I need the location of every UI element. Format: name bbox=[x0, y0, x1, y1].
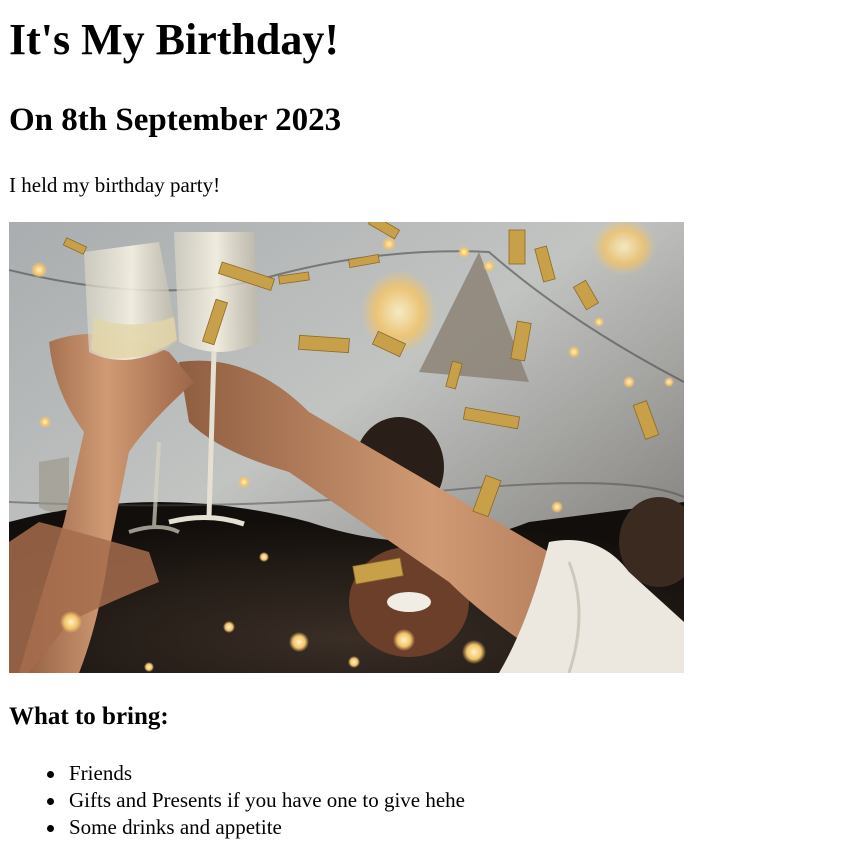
what-to-bring-list: Friends Gifts and Presents if you have o… bbox=[0, 760, 465, 841]
list-item: Gifts and Presents if you have one to gi… bbox=[47, 788, 465, 812]
party-photo-illustration bbox=[9, 222, 684, 673]
party-photo bbox=[9, 222, 684, 673]
list-item: Some drinks and appetite bbox=[47, 814, 465, 841]
what-to-bring-heading: What to bring: bbox=[9, 703, 169, 730]
page-title: It's My Birthday! bbox=[9, 15, 339, 64]
page-subtitle: On 8th September 2023 bbox=[9, 102, 342, 138]
page: It's My Birthday! On 8th September 2023 … bbox=[0, 0, 848, 862]
intro-paragraph: I held my birthday party! bbox=[9, 173, 221, 197]
list-item: Friends bbox=[47, 760, 465, 787]
